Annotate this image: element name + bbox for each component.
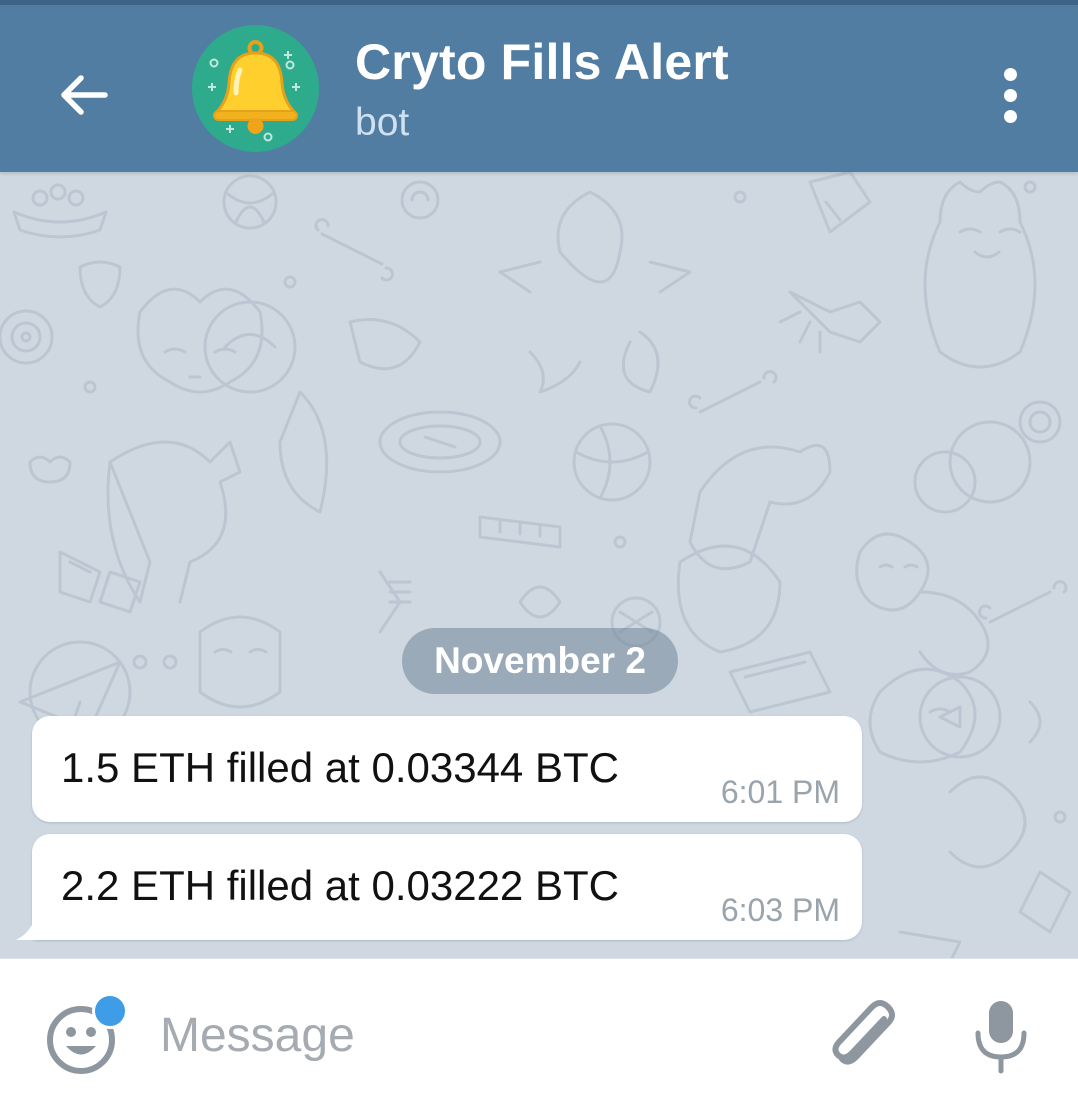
more-vertical-icon-dot <box>1003 67 1017 81</box>
message-time: 6:01 PM <box>720 774 840 810</box>
more-options-button[interactable] <box>990 60 1030 130</box>
message-text: 2.2 ETH filled at 0.03222 BTC <box>61 862 619 909</box>
paperclip-icon <box>832 1000 895 1065</box>
bot-avatar[interactable] <box>192 25 319 152</box>
voice-message-button[interactable] <box>968 997 1034 1077</box>
chat-subtitle: bot <box>355 101 410 144</box>
arrow-left-icon <box>61 75 108 115</box>
back-button[interactable] <box>48 60 118 130</box>
more-vertical-icon-dot <box>1003 88 1017 102</box>
microphone-icon <box>975 1001 1027 1074</box>
message-bubble[interactable]: 1.5 ETH filled at 0.03344 BTC 6:01 PM <box>32 716 862 822</box>
chat-area[interactable]: November 2 1.5 ETH filled at 0.03344 BTC… <box>0 172 1078 958</box>
message-time: 6:03 PM <box>720 892 840 928</box>
date-separator: November 2 <box>402 628 678 694</box>
attach-button[interactable] <box>826 997 902 1077</box>
chat-title: Cryto Fills Alert <box>355 34 729 90</box>
bubble-tail <box>16 914 36 940</box>
message-bubble[interactable]: 2.2 ETH filled at 0.03222 BTC 6:03 PM <box>16 834 862 940</box>
message-composer <box>0 958 1078 1093</box>
notification-dot <box>92 993 128 1029</box>
more-vertical-icon-dot <box>1003 109 1017 123</box>
message-input[interactable] <box>158 1004 762 1066</box>
chat-header: Cryto Fills Alert bot <box>0 5 1078 172</box>
bell-icon <box>192 25 319 152</box>
message-text: 1.5 ETH filled at 0.03344 BTC <box>61 744 619 791</box>
